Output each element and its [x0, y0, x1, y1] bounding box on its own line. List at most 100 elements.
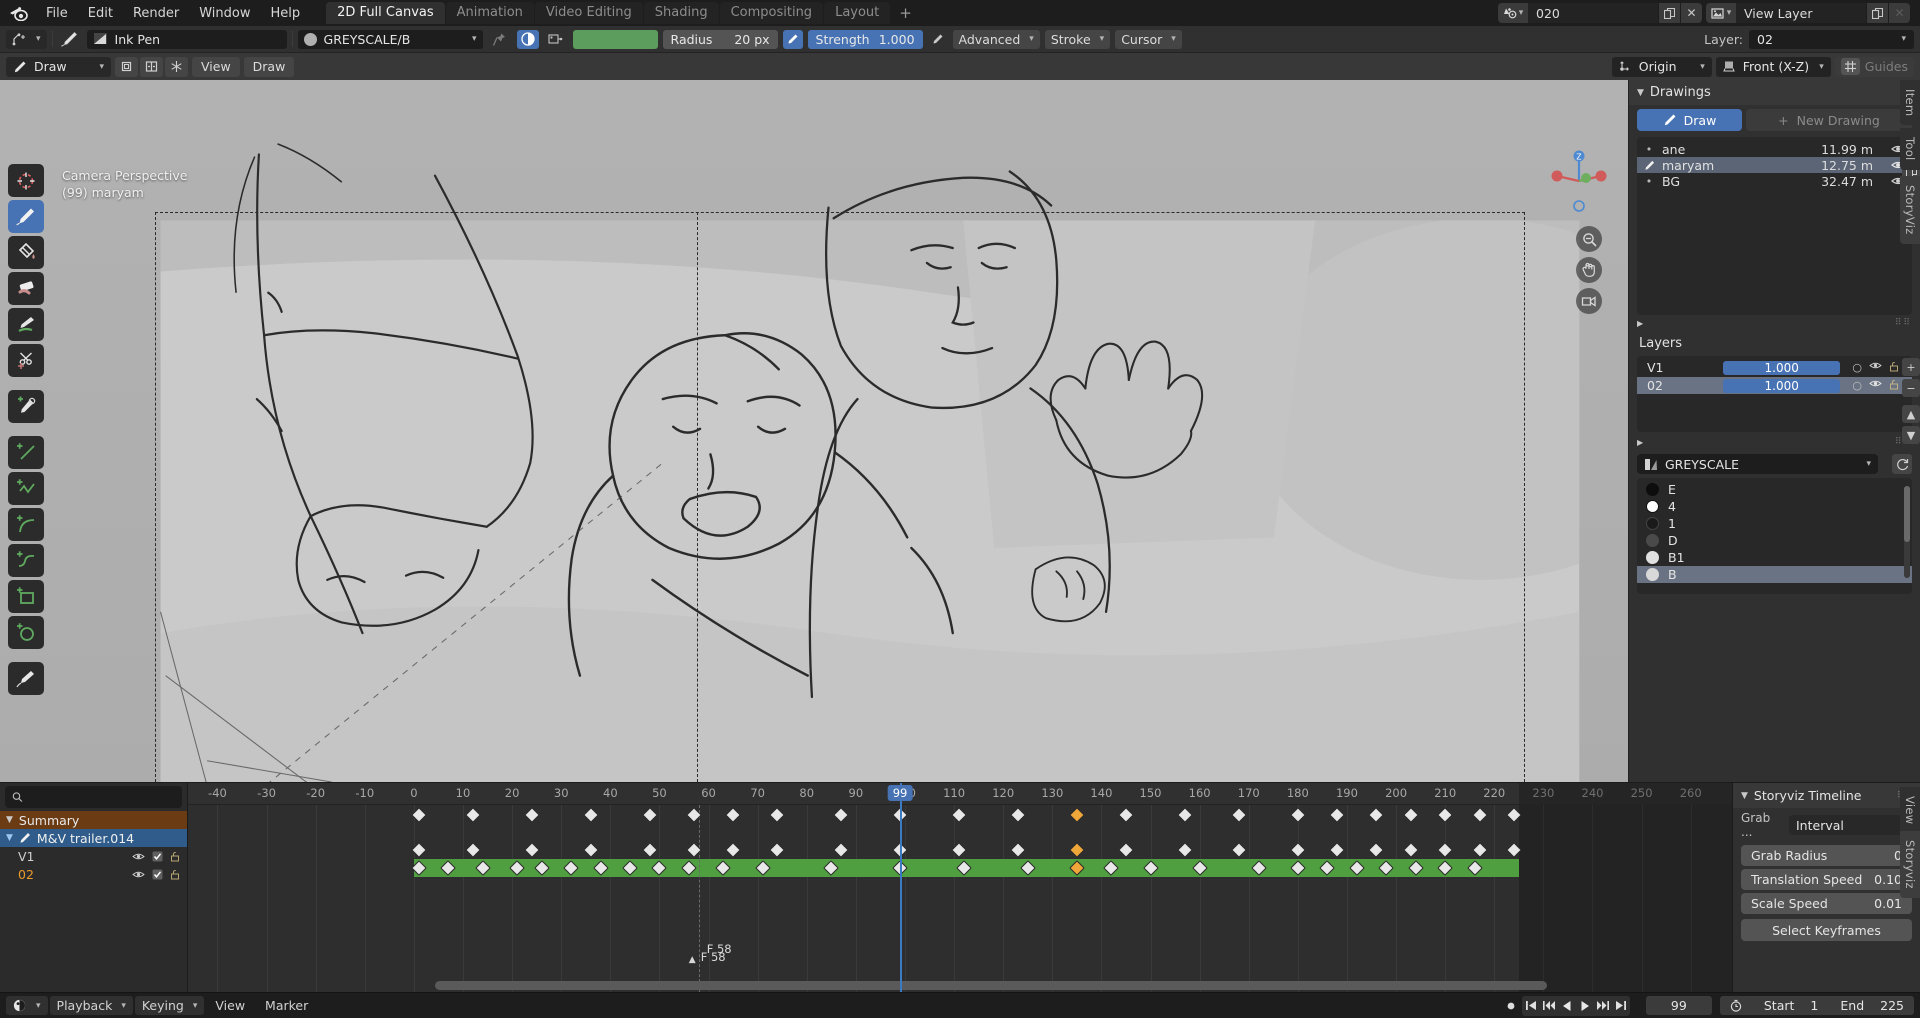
cutter-tool-icon[interactable]: [8, 344, 44, 377]
clock-icon[interactable]: [1730, 999, 1742, 1012]
summary-keyframe[interactable]: [1069, 807, 1085, 823]
menu-window[interactable]: Window: [189, 3, 260, 24]
menu-file[interactable]: File: [36, 3, 78, 24]
summary-keyframe[interactable]: [1290, 807, 1306, 823]
timeline-view-menu[interactable]: View: [206, 998, 254, 1013]
layers-list[interactable]: V1 1.000 ○ 02: [1637, 356, 1912, 432]
horizontal-scrollbar[interactable]: [188, 981, 1732, 990]
triangle-right-icon[interactable]: ▶: [1637, 319, 1643, 328]
timeline-ruler[interactable]: -40-30-20-100102030405060708090100110120…: [188, 783, 1732, 805]
move-down-icon[interactable]: ▼: [1902, 426, 1920, 444]
pan-icon[interactable]: [1576, 257, 1602, 283]
v1-keyframe[interactable]: [1437, 842, 1453, 858]
stroke-dropdown[interactable]: Stroke ▾: [1045, 30, 1110, 49]
summary-keyframe[interactable]: [642, 807, 658, 823]
viewport-tab-tool[interactable]: Tool: [1900, 128, 1920, 170]
summary-keyframe[interactable]: [833, 807, 849, 823]
view-layer-name[interactable]: View Layer: [1736, 3, 1866, 23]
strength-field[interactable]: Strength 1.000: [808, 30, 923, 49]
storyviz-tab-view[interactable]: View: [1900, 787, 1920, 834]
triangle-down-icon[interactable]: ▼: [6, 833, 13, 843]
onion-icon[interactable]: ○: [1852, 361, 1862, 374]
curve-tool-icon[interactable]: [8, 544, 44, 577]
view-layer-icon[interactable]: ▾: [1706, 3, 1736, 23]
jump-start-icon[interactable]: [1522, 996, 1540, 1016]
storyviz-tab-storyviz[interactable]: Storyviz: [1900, 831, 1920, 898]
v1-keyframe[interactable]: [1069, 842, 1085, 858]
v1-keyframe[interactable]: [1369, 842, 1385, 858]
new-view-layer-button[interactable]: [1866, 3, 1888, 23]
translation-speed-field[interactable]: Translation Speed 0.10: [1741, 869, 1912, 890]
eye-icon[interactable]: [132, 870, 145, 879]
next-keyframe-icon[interactable]: [1594, 996, 1612, 1016]
summary-keyframe[interactable]: [1118, 807, 1134, 823]
radius-pressure-icon[interactable]: [783, 30, 803, 49]
menu-help[interactable]: Help: [261, 3, 311, 24]
menu-render[interactable]: Render: [123, 3, 189, 24]
grab-mode-dropdown[interactable]: Interval ▾: [1789, 815, 1912, 835]
current-frame-badge[interactable]: 99: [888, 785, 913, 801]
delete-scene-button[interactable]: ✕: [1680, 3, 1702, 23]
record-icon[interactable]: [1502, 996, 1520, 1016]
checkbox-icon[interactable]: [152, 851, 163, 862]
subframe-marker-icon[interactable]: ▲: [689, 955, 696, 965]
v1-keyframe[interactable]: [1118, 842, 1134, 858]
tint-tool-icon[interactable]: [8, 308, 44, 341]
origin-dropdown[interactable]: Origin ▾: [1612, 57, 1712, 77]
channel-layer-v1[interactable]: V1: [0, 847, 187, 865]
viewport-tab-item[interactable]: Item: [1900, 80, 1920, 125]
unlock-icon[interactable]: [170, 851, 181, 862]
eyedropper-tool-icon[interactable]: [8, 390, 44, 423]
draw-button[interactable]: Draw: [1637, 109, 1742, 131]
view-menu[interactable]: View: [192, 57, 240, 77]
fill-tool-icon[interactable]: [8, 236, 44, 269]
drawings-list[interactable]: • ane 11.99 m maryam 12.75 m: [1637, 137, 1912, 315]
move-up-icon[interactable]: ▲: [1902, 405, 1920, 423]
v1-keyframe[interactable]: [1403, 842, 1419, 858]
onion-skin-icon[interactable]: [115, 57, 138, 77]
prev-keyframe-icon[interactable]: [1540, 996, 1558, 1016]
blender-logo-icon[interactable]: [6, 3, 30, 23]
dopesheet-keyframe-area[interactable]: -40-30-20-100102030405060708090100110120…: [188, 783, 1732, 992]
material-row[interactable]: 1: [1637, 515, 1912, 532]
layer-row[interactable]: V1 1.000 ○: [1637, 359, 1912, 376]
summary-keyframe[interactable]: [1329, 807, 1345, 823]
resize-grip[interactable]: ⠿⠿: [1895, 317, 1912, 329]
eye-icon[interactable]: [1869, 379, 1882, 392]
viewport-tab-storyviz[interactable]: StoryViz: [1900, 176, 1920, 244]
v1-keyframe[interactable]: [642, 842, 658, 858]
layer-opacity[interactable]: 1.000: [1723, 379, 1840, 393]
material-row[interactable]: E: [1637, 481, 1912, 498]
multiframe-icon[interactable]: [140, 57, 163, 77]
unlock-icon[interactable]: [1889, 379, 1900, 392]
camera-view-icon[interactable]: [1576, 288, 1602, 314]
play-icon[interactable]: [1576, 996, 1594, 1016]
add-icon[interactable]: +: [1902, 358, 1920, 376]
summary-keyframe[interactable]: [1403, 807, 1419, 823]
materials-scrollbar[interactable]: [1904, 486, 1910, 578]
menu-edit[interactable]: Edit: [78, 3, 123, 24]
summary-keyframe[interactable]: [1231, 807, 1247, 823]
list-item[interactable]: maryam 12.75 m: [1637, 157, 1912, 173]
v1-keyframe[interactable]: [833, 842, 849, 858]
arc-tool-icon[interactable]: [8, 508, 44, 541]
polyline-tool-icon[interactable]: [8, 472, 44, 505]
current-frame-field[interactable]: 99: [1646, 996, 1712, 1015]
frame-range-fields[interactable]: Start 1 End 225: [1720, 996, 1914, 1015]
scale-speed-field[interactable]: Scale Speed 0.01: [1741, 893, 1912, 914]
scene-icon[interactable]: ▾: [1498, 3, 1528, 23]
v1-keyframe[interactable]: [725, 842, 741, 858]
radius-field[interactable]: Radius 20 px: [663, 30, 778, 49]
playback-menu[interactable]: Playback▾: [50, 996, 133, 1015]
draw-menu[interactable]: Draw: [244, 57, 295, 77]
storyviz-panel-header[interactable]: ▼ Storyviz Timeline ⠿⠿: [1733, 783, 1920, 808]
material-row[interactable]: B: [1637, 566, 1912, 583]
eye-icon[interactable]: [1869, 361, 1882, 374]
summary-keyframe[interactable]: [1369, 807, 1385, 823]
strength-pressure-icon[interactable]: [928, 30, 948, 49]
layer-dropdown[interactable]: 02 ▾: [1749, 30, 1914, 49]
v1-keyframe[interactable]: [524, 842, 540, 858]
jump-end-icon[interactable]: [1612, 996, 1630, 1016]
material-row[interactable]: D: [1637, 532, 1912, 549]
marker-menu[interactable]: Marker: [256, 998, 317, 1013]
